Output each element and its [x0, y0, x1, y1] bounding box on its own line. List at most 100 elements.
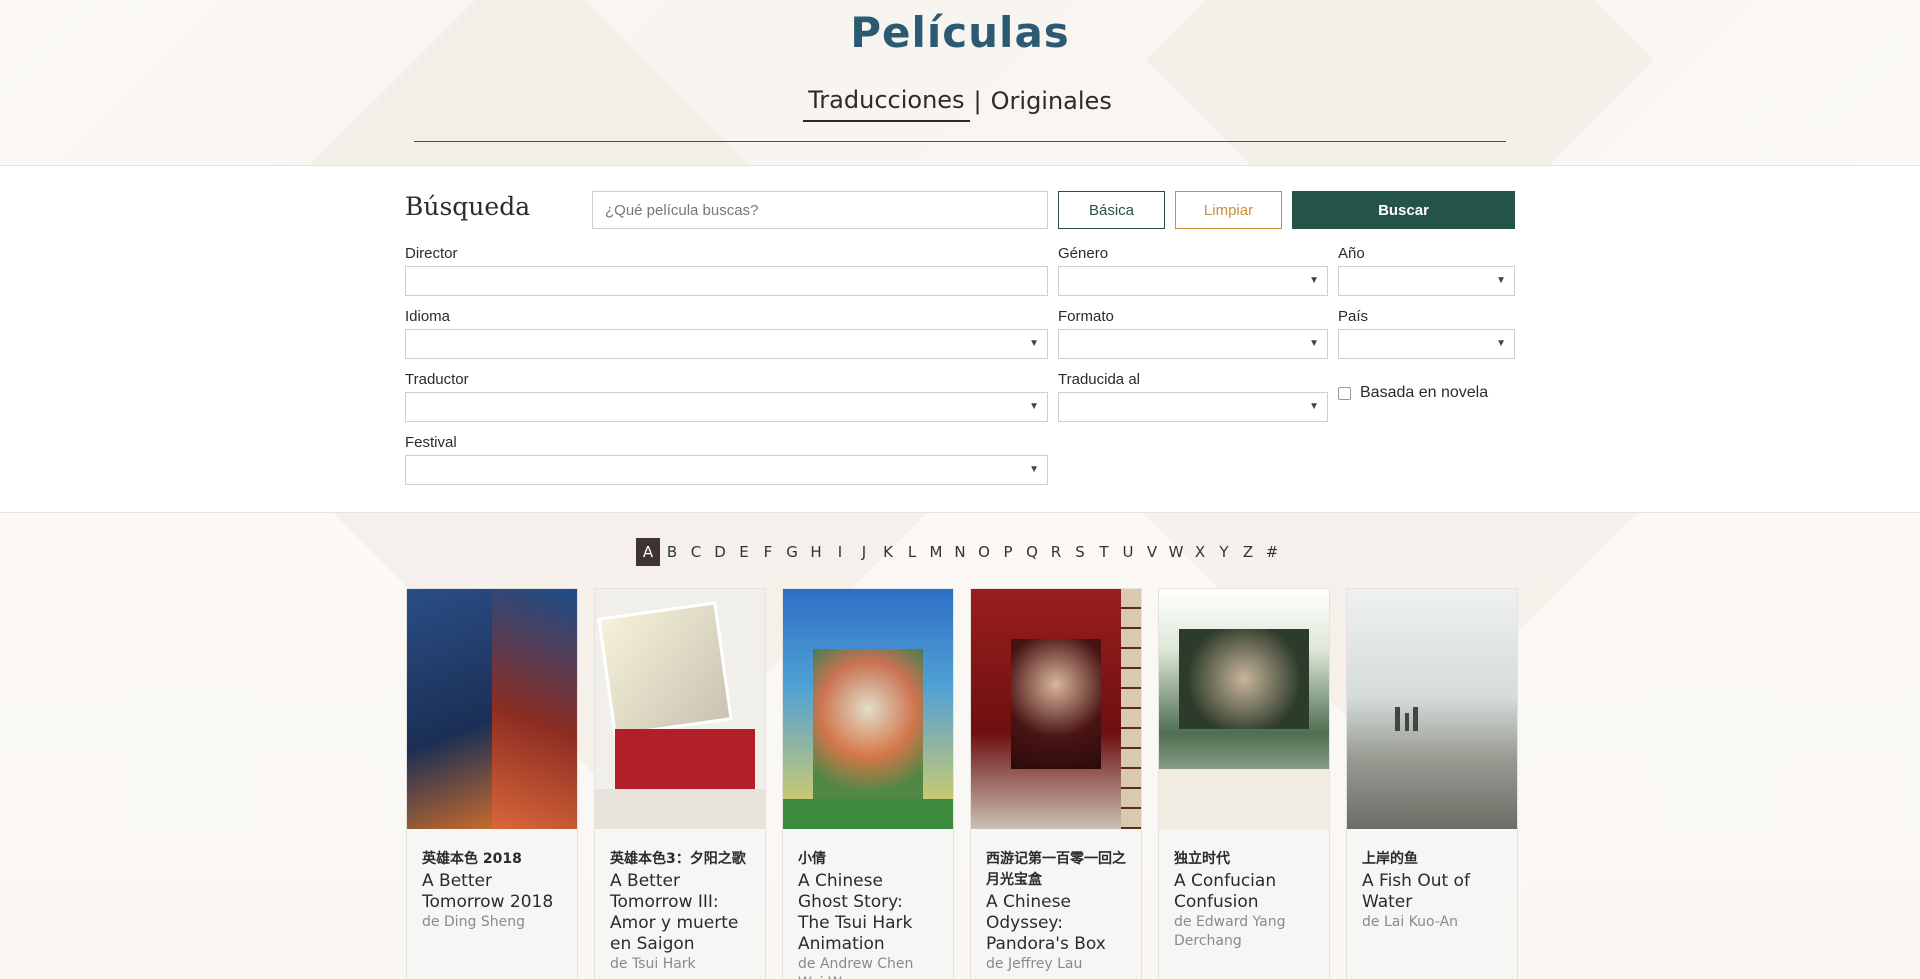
film-poster	[783, 589, 953, 829]
genre-label: Género	[1058, 245, 1109, 262]
tab-traducciones[interactable]: Traducciones	[803, 86, 970, 122]
film-poster	[407, 589, 577, 829]
language-select[interactable]: ▼	[405, 329, 1048, 359]
novel-label: Basada en novela	[1360, 384, 1489, 401]
poster-art	[1413, 707, 1418, 731]
poster-art	[1179, 629, 1309, 729]
alphabet-letter-f[interactable]: F	[756, 538, 780, 566]
translator-select[interactable]: ▼	[405, 392, 1048, 422]
alphabet-letter-x[interactable]: X	[1188, 538, 1212, 566]
director-field[interactable]	[405, 266, 1048, 296]
film-card[interactable]: 英雄本色 2018 A Better Tomorrow 2018 de Ding…	[406, 588, 578, 979]
search-input[interactable]	[592, 191, 1048, 229]
header-divider	[414, 141, 1506, 142]
chevron-down-icon: ▼	[1496, 275, 1506, 286]
alphabet-letter-z[interactable]: Z	[1236, 538, 1260, 566]
alphabet-letter-e[interactable]: E	[732, 538, 756, 566]
film-director: de Tsui Hark	[610, 956, 696, 972]
film-title: A Confucian Confusion	[1174, 871, 1277, 912]
alphabet-letter-d[interactable]: D	[708, 538, 732, 566]
film-director: de Lai Kuo-An	[1362, 914, 1459, 930]
film-card[interactable]: 独立时代 A Confucian Confusion de Edward Yan…	[1158, 588, 1330, 979]
film-native-title: 西游记第一百零一回之月光宝盒	[986, 851, 1126, 888]
alphabet-letter-j[interactable]: J	[852, 538, 876, 566]
film-grid: 英雄本色 2018 A Better Tomorrow 2018 de Ding…	[406, 588, 1518, 979]
film-native-title: 小倩	[798, 851, 826, 867]
search-button[interactable]: Buscar	[1292, 191, 1515, 229]
novel-checkbox[interactable]	[1338, 386, 1351, 400]
alphabet-letter-v[interactable]: V	[1140, 538, 1164, 566]
poster-art	[407, 589, 492, 829]
poster-art	[1395, 707, 1400, 731]
film-director: de Andrew Chen Wei-Wen	[798, 956, 914, 979]
chevron-down-icon: ▼	[1309, 338, 1319, 349]
film-title: A Better Tomorrow 2018	[422, 871, 554, 912]
search-title: Búsqueda	[405, 192, 531, 221]
novel-checkbox-option[interactable]: Basada en novela	[1338, 384, 1488, 402]
chevron-down-icon: ▼	[1496, 338, 1506, 349]
basic-search-button[interactable]: Básica	[1058, 191, 1165, 229]
film-card[interactable]: 英雄本色3：夕阳之歌 A Better Tomorrow III: Amor y…	[594, 588, 766, 979]
director-label: Director	[405, 245, 458, 262]
alphabet-letter-hash[interactable]: #	[1260, 538, 1284, 566]
alphabet-letter-l[interactable]: L	[900, 538, 924, 566]
chevron-down-icon: ▼	[1029, 464, 1039, 475]
year-label: Año	[1338, 245, 1365, 262]
film-title: A Chinese Odyssey: Pandora's Box	[986, 892, 1106, 954]
translated-to-select[interactable]: ▼	[1058, 392, 1328, 422]
alphabet-letter-i[interactable]: I	[828, 538, 852, 566]
alphabet-filter: A B C D E F G H I J K L M N O P Q R S T U V W X Y Z #	[0, 538, 1920, 566]
alphabet-letter-h[interactable]: H	[804, 538, 828, 566]
film-poster	[1347, 589, 1517, 829]
alphabet-letter-c[interactable]: C	[684, 538, 708, 566]
film-card[interactable]: 上岸的鱼 A Fish Out of Water de Lai Kuo-An	[1346, 588, 1518, 979]
festival-select[interactable]: ▼	[405, 455, 1048, 485]
poster-art	[813, 649, 923, 799]
alphabet-letter-s[interactable]: S	[1068, 538, 1092, 566]
year-select[interactable]: ▼	[1338, 266, 1515, 296]
alphabet-letter-g[interactable]: G	[780, 538, 804, 566]
alphabet-letter-a[interactable]: A	[636, 538, 660, 566]
film-poster	[1159, 589, 1329, 829]
translator-label: Traductor	[405, 371, 469, 388]
genre-select[interactable]: ▼	[1058, 266, 1328, 296]
poster-art	[615, 729, 755, 789]
chevron-down-icon: ▼	[1309, 401, 1319, 412]
alphabet-letter-m[interactable]: M	[924, 538, 948, 566]
format-select[interactable]: ▼	[1058, 329, 1328, 359]
poster-art	[492, 589, 577, 829]
film-native-title: 英雄本色3：夕阳之歌	[610, 851, 746, 867]
alphabet-letter-y[interactable]: Y	[1212, 538, 1236, 566]
film-native-title: 英雄本色 2018	[422, 851, 522, 867]
film-poster	[595, 589, 765, 829]
search-panel: Búsqueda Básica Limpiar Buscar Director …	[0, 166, 1920, 513]
film-card[interactable]: 西游记第一百零一回之月光宝盒 A Chinese Odyssey: Pandor…	[970, 588, 1142, 979]
alphabet-letter-n[interactable]: N	[948, 538, 972, 566]
tab-originales[interactable]: Originales	[986, 87, 1117, 121]
alphabet-letter-t[interactable]: T	[1092, 538, 1116, 566]
alphabet-letter-r[interactable]: R	[1044, 538, 1068, 566]
alphabet-letter-p[interactable]: P	[996, 538, 1020, 566]
poster-art	[783, 799, 953, 829]
alphabet-letter-b[interactable]: B	[660, 538, 684, 566]
translation-tabs: Traducciones | Originales	[0, 86, 1920, 122]
page-title: Películas	[850, 8, 1070, 57]
clear-button[interactable]: Limpiar	[1175, 191, 1282, 229]
language-label: Idioma	[405, 308, 451, 325]
festival-label: Festival	[405, 434, 457, 451]
tab-separator: |	[973, 87, 982, 115]
film-title: A Fish Out of Water	[1362, 871, 1470, 912]
country-select[interactable]: ▼	[1338, 329, 1515, 359]
film-native-title: 上岸的鱼	[1362, 851, 1418, 867]
film-card[interactable]: 小倩 A Chinese Ghost Story: The Tsui Hark …	[782, 588, 954, 979]
alphabet-letter-o[interactable]: O	[972, 538, 996, 566]
poster-art	[1121, 589, 1141, 829]
alphabet-letter-k[interactable]: K	[876, 538, 900, 566]
film-native-title: 独立时代	[1174, 851, 1230, 867]
film-poster	[971, 589, 1141, 829]
poster-art	[1159, 769, 1329, 829]
alphabet-letter-w[interactable]: W	[1164, 538, 1188, 566]
alphabet-letter-q[interactable]: Q	[1020, 538, 1044, 566]
chevron-down-icon: ▼	[1309, 275, 1319, 286]
alphabet-letter-u[interactable]: U	[1116, 538, 1140, 566]
